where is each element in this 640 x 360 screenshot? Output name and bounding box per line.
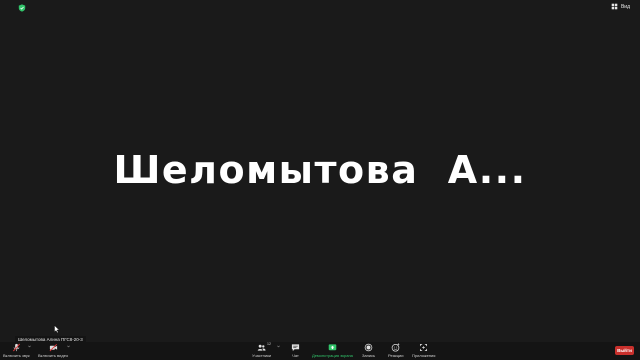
unmute-button[interactable]: Включить звук (3, 343, 30, 358)
shield-icon[interactable] (18, 4, 26, 12)
view-button[interactable]: Вид (611, 3, 630, 10)
unmute-label: Включить звук (3, 353, 30, 358)
reactions-label: Реакции (388, 353, 404, 358)
reactions-button[interactable]: Реакции (388, 343, 403, 358)
record-button[interactable]: Запись (362, 343, 375, 358)
active-speaker-name: Шеломытова А... (113, 148, 527, 192)
participants-label: Участники (252, 353, 272, 358)
view-label: Вид (620, 3, 630, 10)
record-icon (364, 343, 373, 352)
grid-view-icon (611, 3, 618, 10)
apps-icon (420, 343, 428, 352)
video-options-chevron-icon[interactable] (67, 345, 70, 348)
participants-count-badge: 12 (267, 342, 271, 346)
mouse-cursor-icon (54, 325, 60, 333)
smiley-icon (391, 343, 400, 352)
apps-button[interactable]: Приложения (412, 343, 435, 358)
video-off-icon (49, 344, 57, 352)
audio-options-chevron-icon[interactable] (28, 345, 31, 348)
participants-options-chevron-icon[interactable] (277, 345, 280, 348)
meeting-toolbar: Включить звук Включить видео Участники 1… (0, 342, 640, 360)
chat-label: Чат (292, 353, 299, 358)
share-screen-label: Демонстрация экрана (312, 353, 353, 358)
record-label: Запись (362, 353, 376, 358)
meeting-window: Вид Шеломытова А... Шеломытова Алина ПГС… (0, 0, 640, 360)
chat-button[interactable]: Чат (291, 343, 300, 358)
share-screen-icon (328, 344, 337, 351)
muted-microphone-icon (12, 343, 20, 352)
start-video-label: Включить видео (38, 353, 69, 358)
apps-label: Приложения (412, 353, 436, 358)
start-video-button[interactable]: Включить видео (38, 343, 68, 358)
chat-bubble-icon (291, 344, 300, 352)
participants-icon (257, 344, 266, 351)
leave-meeting-button[interactable]: Выйти (615, 346, 634, 355)
share-screen-button[interactable]: Демонстрация экрана (312, 343, 353, 358)
